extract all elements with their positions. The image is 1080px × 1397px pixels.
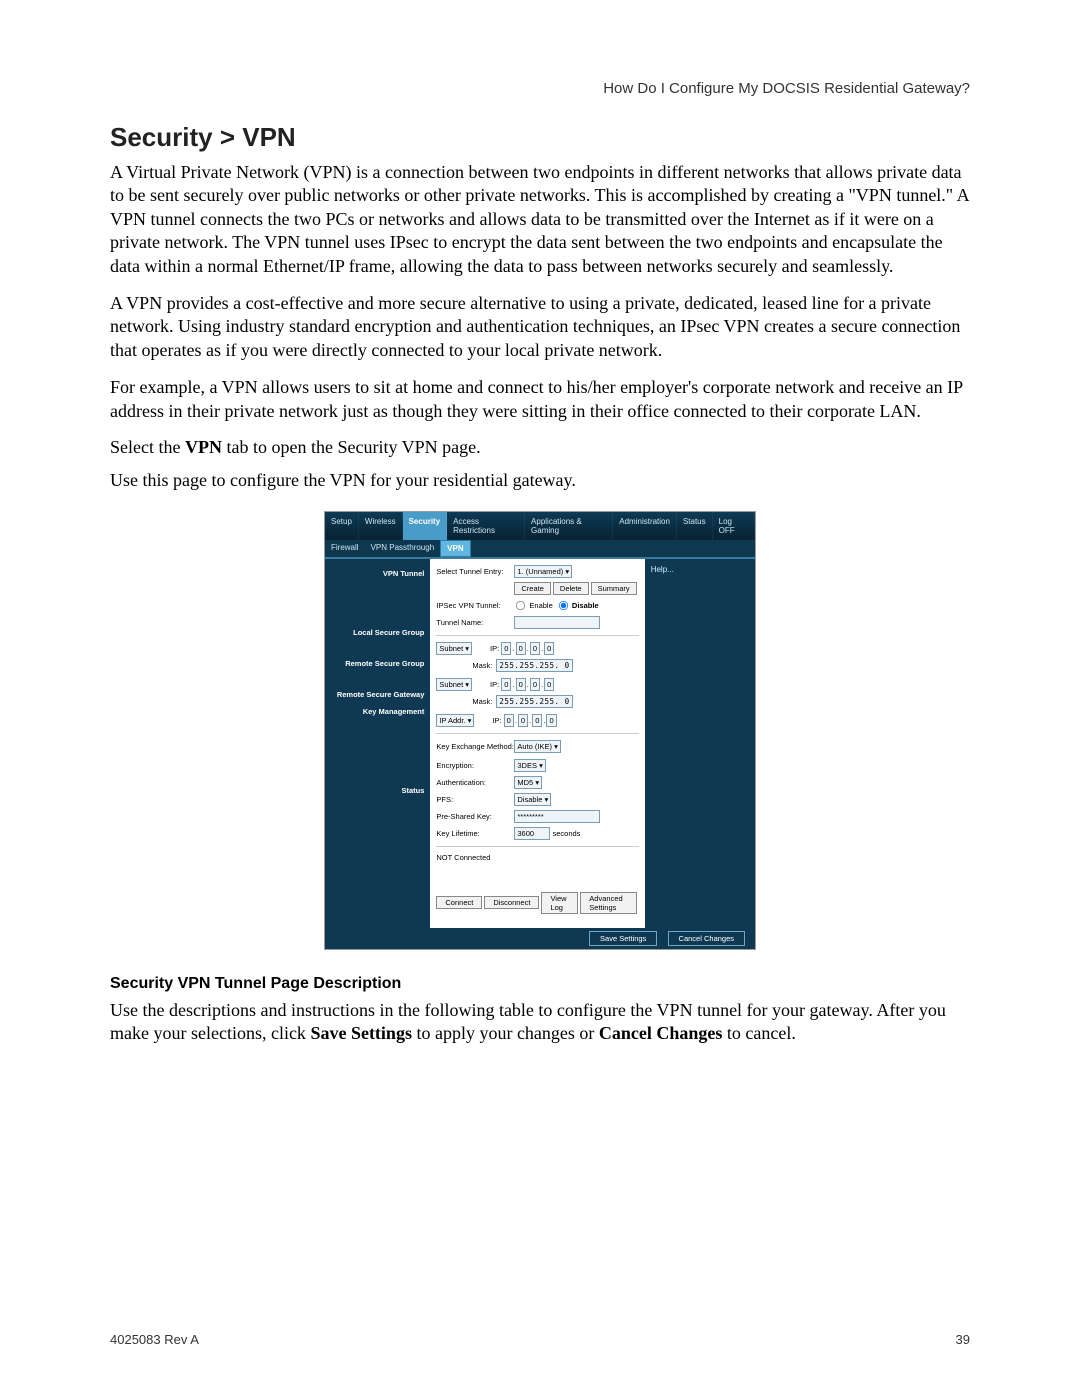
status-value: NOT Connected [436,853,490,862]
encryption-label: Encryption: [436,761,514,770]
key-exchange-label: Key Exchange Method: [436,742,514,751]
label-local-secure-group: Local Secure Group [331,628,424,637]
view-log-button[interactable]: View Log [541,892,578,914]
ipsec-disable-radio[interactable] [559,601,568,610]
subtab-vpn-passthrough[interactable]: VPN Passthrough [365,540,441,557]
desc-e: to cancel. [722,1023,795,1043]
label-vpn-tunnel: VPN Tunnel [331,569,424,578]
tab-apps-gaming[interactable]: Applications & Gaming [525,512,613,540]
form-area: Select Tunnel Entry: 1. (Unnamed) ▾ Crea… [430,559,644,928]
encryption-select[interactable]: 3DES ▾ [514,759,545,772]
running-header: How Do I Configure My DOCSIS Residential… [110,80,970,97]
footer-left: 4025083 Rev A [110,1332,199,1347]
paragraph-2: A VPN provides a cost-effective and more… [110,292,970,362]
key-lifetime-input[interactable]: 3600 [514,827,550,840]
auth-select[interactable]: MD5 ▾ [514,776,542,789]
ip-label: IP: [490,644,499,653]
p4-bold: VPN [185,437,222,457]
gateway-type[interactable]: IP Addr. ▾ [436,714,474,727]
label-status: Status [331,786,424,795]
advanced-settings-button[interactable]: Advanced Settings [580,892,636,914]
subtab-vpn[interactable]: VPN [440,540,470,557]
local-mask-input[interactable]: 255.255.255. 0 [496,659,572,672]
summary-button[interactable]: Summary [591,582,637,595]
disconnect-button[interactable]: Disconnect [484,896,539,909]
label-key-management: Key Management [331,707,424,716]
bottom-bar: Save Settings Cancel Changes [325,928,755,949]
create-button[interactable]: Create [514,582,551,595]
pfs-label: PFS: [436,795,514,804]
label-remote-secure-group: Remote Secure Group [331,659,424,668]
remote-ip-input[interactable]: 0.0.0.0 [501,680,554,689]
subtab-firewall[interactable]: Firewall [325,540,365,557]
ip-label-3: IP: [492,716,501,725]
psk-input[interactable]: ********* [514,810,600,823]
ip-label-2: IP: [490,680,499,689]
description-paragraph: Use the descriptions and instructions in… [110,999,970,1046]
seconds-label: seconds [552,829,580,838]
local-group-type[interactable]: Subnet ▾ [436,642,472,655]
page-number: 39 [956,1332,970,1347]
router-screenshot: Setup Wireless Security Access Restricti… [324,511,756,950]
panel: VPN Tunnel Local Secure Group Remote Sec… [325,559,755,928]
local-ip-input[interactable]: 0.0.0.0 [501,644,554,653]
help-panel: Help... [645,559,755,928]
section-title: Security > VPN [110,122,970,153]
mask-label-1: Mask: [436,661,492,670]
key-exchange-select[interactable]: Auto (IKE) ▾ [514,740,560,753]
gateway-ip-input[interactable]: 0.0.0.0 [504,716,557,725]
psk-label: Pre-Shared Key: [436,812,514,821]
disable-label: Disable [572,601,599,610]
sub-tabs: Firewall VPN Passthrough VPN [325,540,755,559]
key-lifetime-label: Key Lifetime: [436,829,514,838]
mask-label-2: Mask: [436,697,492,706]
tab-access-restrictions[interactable]: Access Restrictions [447,512,525,540]
paragraph-3: For example, a VPN allows users to sit a… [110,376,970,423]
p4-text-c: tab to open the Security VPN page. [222,437,481,457]
sub-heading: Security VPN Tunnel Page Description [110,975,970,993]
left-nav-labels: VPN Tunnel Local Secure Group Remote Sec… [325,559,430,928]
pfs-select[interactable]: Disable ▾ [514,793,551,806]
paragraph-4: Select the VPN tab to open the Security … [110,437,970,458]
tab-wireless[interactable]: Wireless [359,512,403,540]
ipsec-label: IPSec VPN Tunnel: [436,601,514,610]
remote-mask-input[interactable]: 255.255.255. 0 [496,695,572,708]
tunnel-name-input[interactable] [514,616,600,629]
connect-button[interactable]: Connect [436,896,482,909]
auth-label: Authentication: [436,778,514,787]
tunnel-name-label: Tunnel Name: [436,618,514,627]
paragraph-5: Use this page to configure the VPN for y… [110,470,970,491]
desc-d: Cancel Changes [599,1023,723,1043]
tab-administration[interactable]: Administration [613,512,677,540]
main-tabs: Setup Wireless Security Access Restricti… [325,512,755,540]
p4-text-a: Select the [110,437,185,457]
desc-c: to apply your changes or [412,1023,599,1043]
cancel-changes-button[interactable]: Cancel Changes [668,931,745,946]
help-link[interactable]: Help... [651,565,674,574]
label-remote-secure-gateway: Remote Secure Gateway [331,690,424,699]
select-tunnel-entry-label: Select Tunnel Entry: [436,567,514,576]
save-settings-button[interactable]: Save Settings [589,931,657,946]
tab-security[interactable]: Security [403,512,448,540]
enable-label: Enable [529,601,552,610]
paragraph-1: A Virtual Private Network (VPN) is a con… [110,161,970,278]
remote-group-type[interactable]: Subnet ▾ [436,678,472,691]
ipsec-enable-radio[interactable] [516,601,525,610]
page-footer: 4025083 Rev A 39 [110,1332,970,1347]
tab-status[interactable]: Status [677,512,713,540]
tab-logoff[interactable]: Log OFF [713,512,755,540]
document-page: How Do I Configure My DOCSIS Residential… [0,0,1080,1397]
delete-button[interactable]: Delete [553,582,589,595]
select-tunnel-entry[interactable]: 1. (Unnamed) ▾ [514,565,572,578]
desc-b: Save Settings [310,1023,412,1043]
tab-setup[interactable]: Setup [325,512,359,540]
